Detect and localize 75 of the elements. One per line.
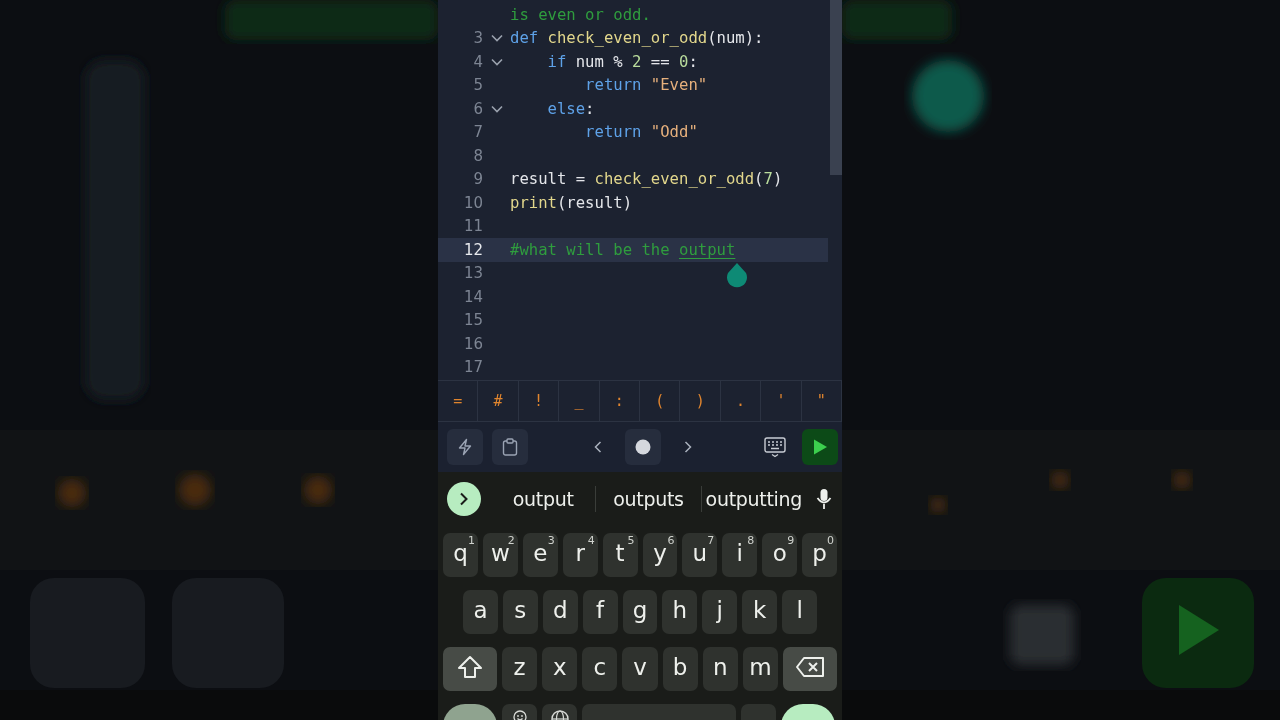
symbol-key[interactable]: ! [518, 381, 560, 421]
circle-icon [634, 439, 651, 455]
letter-key[interactable]: x [542, 647, 578, 691]
symbol-key[interactable]: ) [680, 381, 721, 421]
code-line: def check_even_or_odd(num): [510, 28, 765, 50]
emoji-icon [512, 710, 527, 720]
line-number: 13 [462, 263, 483, 285]
suggestion-chip[interactable]: outputs [596, 488, 701, 510]
line-number: 5 [472, 75, 483, 97]
line-number: 16 [462, 333, 483, 355]
clipboard-icon [502, 438, 518, 456]
backspace-key[interactable] [783, 647, 837, 691]
line-number: 11 [462, 216, 483, 238]
line-number: 12 [438, 238, 483, 262]
line-number: 14 [462, 286, 483, 308]
shift-key[interactable] [443, 647, 497, 691]
letter-key[interactable]: c [582, 647, 618, 691]
line-number: 17 [462, 357, 483, 379]
symbol-key[interactable]: ' [761, 381, 802, 421]
run-button[interactable] [802, 429, 838, 465]
fold-chevron-icon[interactable] [490, 104, 503, 113]
scrollbar-thumb[interactable] [830, 0, 842, 175]
record-button[interactable] [624, 429, 661, 465]
code-line: is even or odd. [510, 4, 652, 26]
line-number: 4 [472, 51, 483, 73]
clipboard-button[interactable] [492, 429, 528, 465]
line-number: 7 [472, 122, 483, 144]
letter-key[interactable]: k [742, 590, 778, 634]
letter-key[interactable]: a [463, 590, 498, 634]
line-number: 9 [472, 169, 483, 191]
symbol-key[interactable]: = [438, 381, 479, 421]
left-chevron-icon [593, 441, 602, 453]
play-icon [812, 438, 828, 456]
letter-key[interactable]: f [582, 590, 618, 634]
suggestion-chip[interactable]: output [491, 488, 596, 510]
letter-key[interactable]: g [622, 590, 658, 634]
expand-button[interactable] [447, 482, 481, 516]
text-cursor-handle[interactable] [725, 262, 749, 288]
symbol-key[interactable]: _ [559, 381, 600, 421]
shift-icon [457, 655, 483, 679]
letter-key[interactable]: m [742, 647, 778, 691]
line-number: 6 [472, 98, 483, 120]
letter-key[interactable]: d [542, 590, 578, 634]
fold-chevron-icon[interactable] [490, 34, 503, 43]
lightning-button[interactable] [447, 429, 483, 465]
letter-key[interactable]: z [502, 647, 538, 691]
letter-key[interactable]: v [622, 647, 658, 691]
symbol-key[interactable]: ( [640, 381, 681, 421]
symbol-key[interactable]: # [478, 381, 519, 421]
code-line: else: [546, 98, 596, 120]
symbol-key[interactable]: . [720, 381, 762, 421]
right-chevron-icon [459, 492, 469, 506]
lightning-icon [456, 438, 474, 456]
code-line: result = check_even_or_odd(7) [510, 169, 784, 191]
letter-key[interactable]: l [782, 590, 817, 634]
code-line: return "Odd" [584, 122, 699, 144]
line-number: 3 [472, 28, 483, 50]
line-number: 15 [462, 310, 483, 332]
code-line: print(result) [510, 192, 634, 214]
letter-key[interactable]: b [662, 647, 698, 691]
symbol-key[interactable]: : [599, 381, 641, 421]
code-line: return "Even" [584, 75, 709, 97]
letter-key[interactable]: j [702, 590, 738, 634]
line-number: 10 [462, 192, 483, 214]
fold-chevron-icon[interactable] [490, 57, 503, 66]
suggestion-chip[interactable]: outputting [701, 488, 806, 510]
microphone-icon[interactable] [816, 488, 832, 510]
right-chevron-icon [683, 441, 692, 453]
backspace-icon [795, 656, 825, 678]
letter-key[interactable]: n [702, 647, 738, 691]
keyboard-icon [764, 436, 786, 458]
line-number: 8 [472, 145, 483, 167]
letter-key[interactable]: s [502, 590, 538, 634]
letter-key[interactable]: h [662, 590, 698, 634]
code-line: if num % 2 == 0: [546, 51, 699, 73]
